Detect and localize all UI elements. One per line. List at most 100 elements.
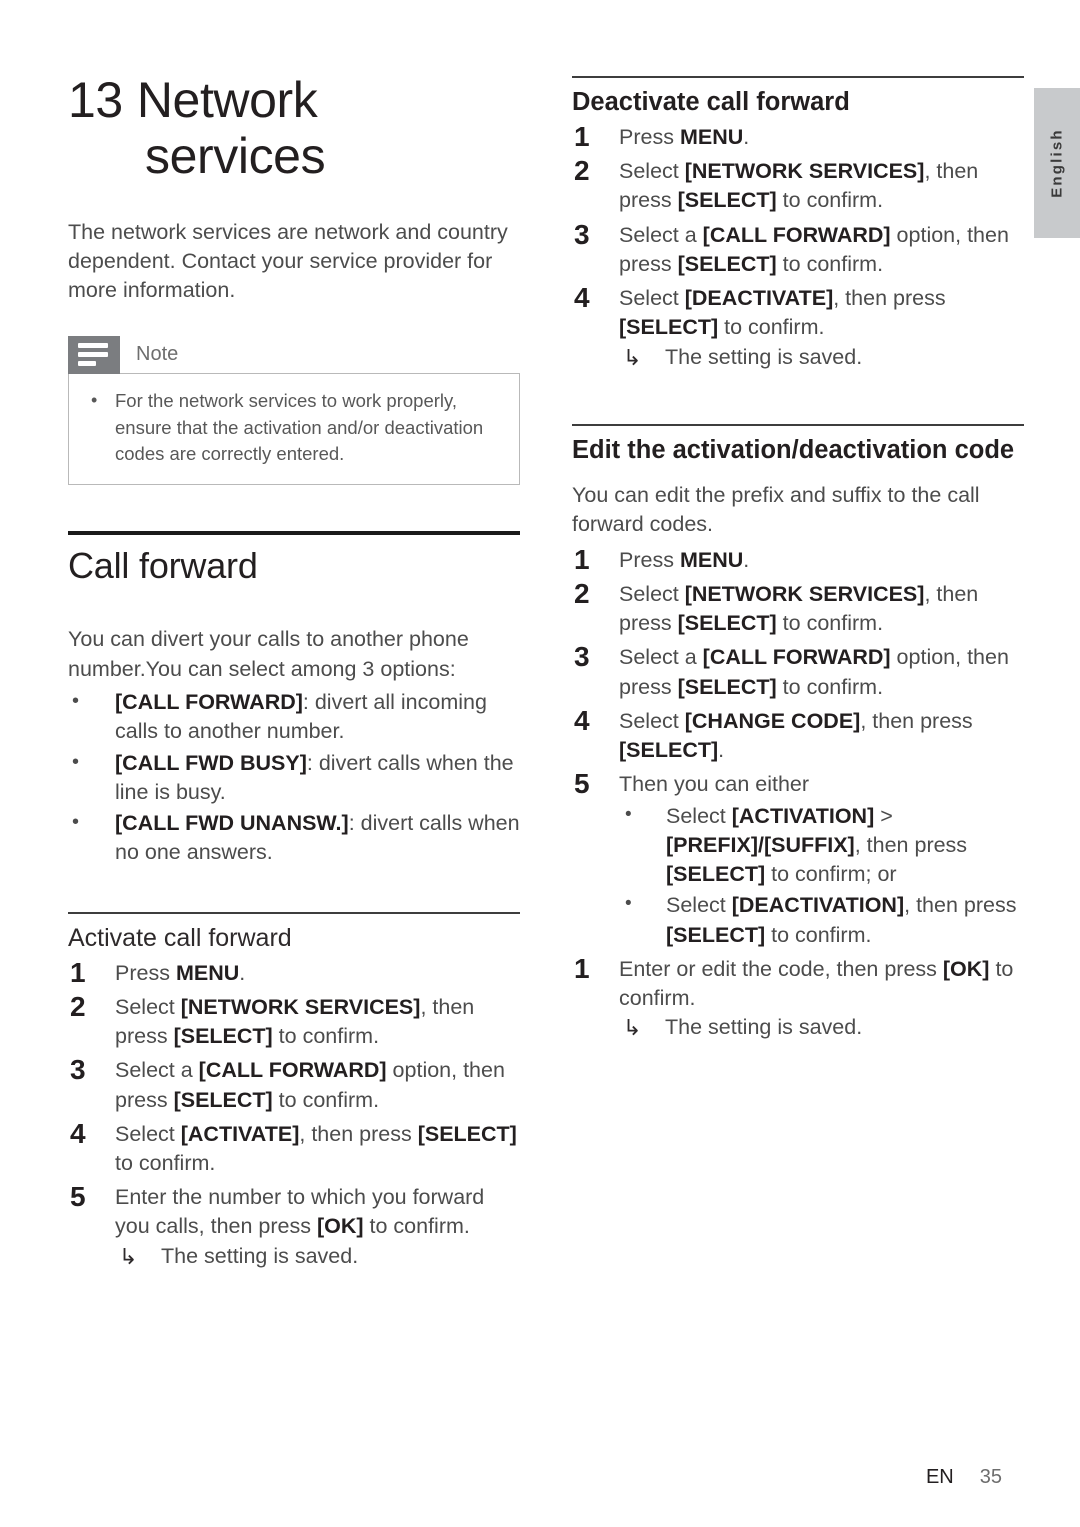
step-text-post: to confirm.: [272, 1087, 380, 1112]
step-text-post: to confirm.: [776, 611, 884, 636]
step-key: [CHANGE CODE]: [684, 708, 861, 733]
sub-text-mid-2: , then press: [854, 832, 968, 857]
section-title-call-forward: Call forward: [68, 545, 258, 587]
step-key-2: [SELECT]: [677, 611, 777, 636]
step-number: 5: [70, 1181, 86, 1213]
step-text: Select [NETWORK SERVICES], then press [S…: [619, 580, 1024, 638]
right-column: Deactivate call forward 1 Press MENU. 2 …: [572, 0, 1024, 1043]
step-item: 3 Select a [CALL FORWARD] option, then p…: [572, 219, 1024, 279]
step-key: MENU: [679, 125, 744, 149]
step-number: 1: [70, 956, 86, 988]
step-text: Select a [CALL FORWARD] option, then pre…: [115, 1056, 520, 1114]
note-list: For the network services to work properl…: [87, 387, 501, 468]
step-key-2: [SELECT]: [677, 188, 777, 213]
step-text-post: to confirm.: [272, 1024, 380, 1049]
step-text: Enter the number to which you forward yo…: [115, 1183, 520, 1241]
call-forward-intro: You can divert your calls to another pho…: [68, 627, 469, 681]
step-number: 5: [574, 768, 590, 800]
step-key-2: [SELECT]: [173, 1087, 273, 1112]
step-key: [OK]: [942, 956, 990, 981]
step-result: ↳ The setting is saved.: [115, 1243, 359, 1269]
step-item: 1 Press MENU.: [572, 121, 1024, 152]
step-text-pre: Select: [619, 582, 685, 607]
step-key: [CALL FORWARD]: [702, 645, 891, 670]
step-result: ↳ The setting is saved.: [619, 1015, 862, 1040]
step-text-pre: Enter or edit the code, then press: [619, 956, 943, 981]
step-key: [NETWORK SERVICES]: [684, 159, 925, 184]
step-key: [CALL FORWARD]: [198, 1058, 387, 1083]
step-text: Press MENU.: [115, 959, 520, 988]
step-number: 1: [574, 543, 590, 575]
step-key-2: [SELECT]: [677, 251, 777, 276]
step-item: 2 Select [NETWORK SERVICES], then press …: [572, 578, 1024, 638]
list-item: Select [ACTIVATION] > [PREFIX]/[SUFFIX],…: [619, 802, 1024, 890]
step-text: Select [NETWORK SERVICES], then press [S…: [115, 993, 520, 1051]
chapter-intro-paragraph: The network services are network and cou…: [68, 219, 508, 303]
step-number: 1: [574, 121, 590, 152]
subsection-rule-activate: [68, 911, 520, 914]
list-item: Select [DEACTIVATION], then press [SELEC…: [619, 891, 1024, 949]
subsection-rule-edit-code: [572, 423, 1024, 426]
result-text: The setting is saved.: [161, 1243, 359, 1268]
sub-text-pre: Select: [666, 803, 732, 828]
list-item: [CALL FWD UNANSW.]: divert calls when no…: [68, 809, 520, 867]
step-sub-bullet-list: Select [ACTIVATION] > [PREFIX]/[SUFFIX],…: [619, 802, 1024, 950]
sub-text-pre: Select: [666, 893, 732, 918]
left-column: 1 3 Network services The network services …: [68, 0, 520, 1271]
step-number: 2: [574, 578, 590, 610]
step-text-post: .: [718, 738, 725, 763]
step-item: 2 Select [NETWORK SERVICES], then press …: [68, 991, 520, 1051]
language-side-tab: English: [1034, 88, 1080, 238]
step-text: Select [CHANGE CODE], then press [SELECT…: [619, 707, 1024, 765]
footer-language-code: EN: [925, 1466, 954, 1488]
step-text: Select [ACTIVATE], then press [SELECT] t…: [115, 1120, 520, 1178]
step-item: 2 Select [NETWORK SERVICES], then press …: [572, 155, 1024, 215]
step-text: Press MENU.: [619, 123, 1024, 152]
step-number: 3: [70, 1054, 86, 1086]
note-title: Note: [136, 343, 179, 366]
step-result: ↳ The setting is saved.: [619, 345, 862, 370]
step-item: 1 Press MENU.: [572, 544, 1024, 575]
section-rule-call-forward: [68, 531, 520, 536]
step-item: 3 Select a [CALL FORWARD] option, then p…: [572, 641, 1024, 701]
language-side-tab-label: English: [1048, 128, 1066, 198]
result-arrow-icon: ↳: [623, 1015, 642, 1041]
step-text-post: to confirm.: [776, 188, 884, 213]
step-key: [DEACTIVATE]: [684, 286, 834, 311]
step-text-pre: Press: [115, 960, 176, 985]
step-text-post: to confirm.: [776, 674, 884, 699]
chapter-title-line1: Network: [136, 72, 318, 128]
step-text-pre: Select a: [619, 645, 703, 670]
step-number: 4: [574, 704, 590, 736]
step-text-mid: , then press: [860, 708, 973, 733]
step-text-pre: Select a: [619, 222, 703, 247]
step-number: 1: [574, 952, 590, 984]
step-text-post: to confirm.: [115, 1151, 216, 1176]
subsection-rule-deactivate: [572, 76, 1024, 78]
step-text-pre: Select: [619, 286, 685, 311]
step-item: 5 Enter the number to which you forward …: [68, 1181, 520, 1271]
step-key: [OK]: [316, 1214, 364, 1239]
note-box: For the network services to work properl…: [68, 372, 520, 486]
note-callout: Note For the network services to work pr…: [68, 335, 520, 486]
step-number: 3: [574, 218, 590, 250]
step-text-pre: Select a: [115, 1058, 199, 1083]
step-text: Then you can either: [619, 772, 810, 797]
step-text: Select a [CALL FORWARD] option, then pre…: [619, 221, 1024, 279]
subsection-title-deactivate: Deactivate call forward: [572, 88, 850, 116]
sub-key-2: [PREFIX]/[SUFFIX]: [666, 832, 855, 857]
step-text-pre: Press: [619, 125, 680, 149]
step-item: 4 Select [CHANGE CODE], then press [SELE…: [572, 705, 1024, 765]
step-text-pre: Select: [115, 1121, 181, 1146]
call-forward-options-list: [CALL FORWARD]: divert all incoming call…: [68, 688, 520, 867]
chapter-title-line2: services: [145, 128, 326, 184]
note-list-item: For the network services to work properl…: [87, 387, 501, 468]
step-item: 4 Select [DEACTIVATE], then press [SELEC…: [572, 282, 1024, 372]
step-key-2: [SELECT]: [677, 674, 777, 699]
sub-text-post: to confirm.: [765, 922, 872, 947]
step-text-post: .: [743, 547, 750, 572]
note-icon: [68, 335, 120, 374]
step-text: Press MENU.: [619, 546, 1024, 575]
step-number: 4: [574, 282, 590, 314]
footer-page-number: 35: [979, 1466, 1002, 1488]
